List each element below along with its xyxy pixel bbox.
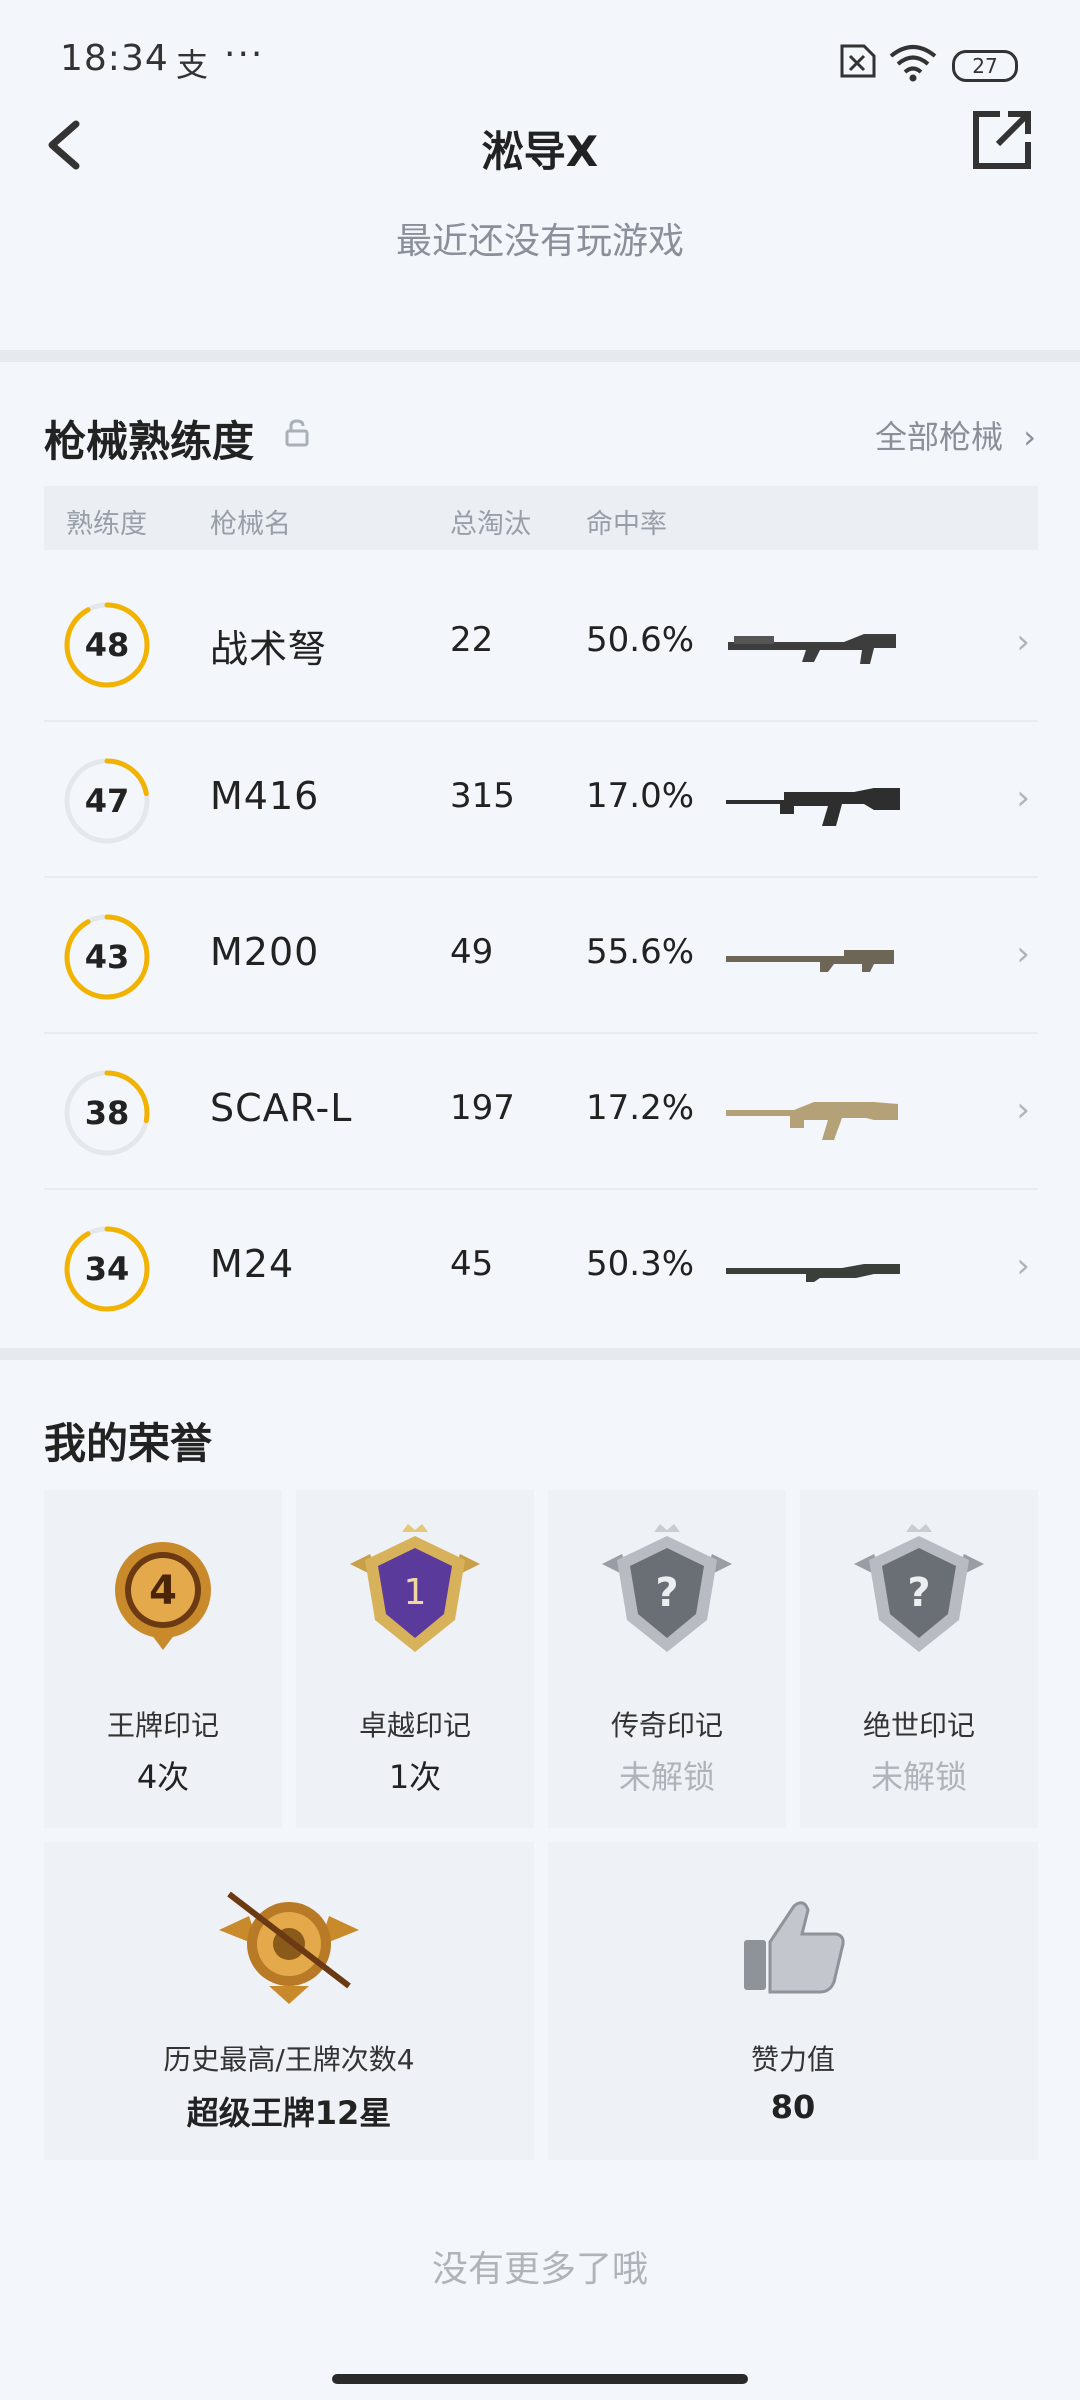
locked-legend-emblem-icon: ?: [602, 1524, 732, 1652]
weapon-name: M416: [210, 774, 320, 818]
alipay-notification-icon: 支: [176, 46, 209, 84]
highest-rank-label: 历史最高/王牌次数4: [163, 2043, 415, 2076]
locked-peerless-emblem-icon: ?: [854, 1524, 984, 1652]
hit-rate: 17.2%: [586, 1088, 695, 1128]
legend-mark-card[interactable]: ? 传奇印记 未解锁: [548, 1490, 786, 1828]
total-kills: 45: [450, 1244, 494, 1284]
peerless-mark-card[interactable]: ? 绝世印记 未解锁: [800, 1490, 1038, 1828]
weapon-image: [728, 634, 896, 664]
badge-label: 绝世印记: [862, 1709, 975, 1742]
excellence-emblem-icon: 1: [350, 1524, 480, 1652]
hit-rate: 17.0%: [586, 776, 695, 816]
badge-value: 1次: [388, 1758, 442, 1796]
svg-text:1: 1: [404, 1572, 427, 1613]
home-indicator[interactable]: [332, 2374, 748, 2384]
weapon-name: M200: [210, 930, 320, 974]
section-divider: [0, 1348, 1080, 1360]
hit-rate: 50.6%: [586, 620, 695, 660]
chevron-right-icon: ›: [1016, 1090, 1030, 1130]
total-kills: 49: [450, 932, 494, 972]
section-divider: [0, 350, 1080, 362]
proficiency-level: 43: [84, 938, 130, 976]
no-more-content: 没有更多了哦: [431, 2249, 648, 2290]
likes-label: 赞力值: [750, 2043, 835, 2076]
all-weapons-label: 全部枪械: [875, 418, 1004, 456]
proficiency-level: 47: [84, 782, 130, 820]
proficiency-ring: 48: [62, 600, 152, 690]
likes-value: 80: [770, 2088, 816, 2126]
share-icon[interactable]: [970, 108, 1034, 172]
badge-value: 未解锁: [870, 1758, 967, 1796]
chevron-right-icon: ›: [1016, 622, 1030, 662]
super-ace-emblem-icon: [219, 1891, 359, 2004]
weapon-row[interactable]: 47 M416 315 17.0% ›: [44, 722, 1038, 878]
likes-card[interactable]: 赞力值 80: [548, 1842, 1038, 2160]
svg-text:4: 4: [149, 1568, 177, 1614]
weapon-row[interactable]: 38 SCAR-L 197 17.2% ›: [44, 1034, 1038, 1190]
all-weapons-link[interactable]: 全部枪械 ›: [875, 412, 1036, 458]
hit-rate: 55.6%: [586, 932, 695, 972]
total-kills: 197: [450, 1088, 515, 1128]
page-title: 淞导X: [481, 127, 599, 176]
ace-emblem-icon: 4: [115, 1542, 211, 1650]
weapons-table-header: [44, 486, 1038, 550]
battery-icon: 27: [952, 50, 1018, 82]
weapon-row[interactable]: 43 M200 49 55.6% ›: [44, 878, 1038, 1034]
no-sim-icon: [840, 44, 876, 78]
highest-rank-value: 超级王牌12星: [186, 2094, 392, 2132]
column-header-total-kills: 总淘汰: [450, 509, 531, 540]
wifi-icon: [889, 45, 937, 82]
badge-value: 4次: [136, 1758, 190, 1796]
weapon-name: 战术弩: [210, 627, 328, 671]
badge-label: 卓越印记: [358, 1709, 471, 1742]
badge-label: 王牌印记: [106, 1709, 219, 1742]
weapon-name: M24: [210, 1242, 295, 1286]
last-played-status: 最近还没有玩游戏: [395, 221, 684, 262]
proficiency-level: 34: [84, 1250, 130, 1288]
weapon-row[interactable]: 34 M24 45 50.3% ›: [44, 1190, 1038, 1346]
thumbs-up-icon: [744, 1901, 845, 1994]
proficiency-ring: 38: [62, 1068, 152, 1158]
weapon-image: [726, 1102, 898, 1140]
proficiency-ring: 47: [62, 756, 152, 846]
weapons-section-title: 枪械熟练度: [44, 417, 255, 466]
column-header-proficiency: 熟练度: [66, 509, 147, 540]
proficiency-ring: 34: [62, 1224, 152, 1314]
total-kills: 315: [450, 776, 515, 816]
status-bar: 18:34 支 ··· 27: [0, 0, 1080, 120]
weapon-image: [726, 1264, 900, 1282]
hit-rate: 50.3%: [586, 1244, 695, 1284]
weapon-name: SCAR-L: [210, 1086, 353, 1130]
column-header-weapon-name: 枪械名: [210, 509, 291, 540]
chevron-right-icon: ›: [1016, 934, 1030, 974]
weapon-row[interactable]: 48 战术弩 22 50.6% ›: [44, 566, 1038, 722]
weapon-image: [726, 950, 894, 972]
ace-mark-card[interactable]: 4 王牌印记 4次: [44, 1490, 282, 1828]
badge-label: 传奇印记: [610, 1709, 723, 1742]
highest-rank-card[interactable]: 历史最高/王牌次数4 超级王牌12星: [44, 1842, 534, 2160]
badge-value: 未解锁: [618, 1758, 715, 1796]
column-header-hit-rate: 命中率: [586, 509, 667, 540]
total-kills: 22: [450, 620, 494, 660]
honors-section-title: 我的荣誉: [44, 1419, 213, 1468]
excellence-mark-card[interactable]: 1 卓越印记 1次: [296, 1490, 534, 1828]
more-notifications-icon: ···: [224, 34, 265, 75]
chevron-right-icon: ›: [1016, 1246, 1030, 1286]
proficiency-level: 38: [84, 1094, 130, 1132]
svg-text:?: ?: [907, 1570, 930, 1616]
svg-text:?: ?: [655, 1570, 678, 1616]
weapon-image: [726, 788, 900, 826]
lock-icon[interactable]: [284, 418, 310, 448]
proficiency-ring: 43: [62, 912, 152, 1002]
status-time: 18:34: [60, 38, 169, 79]
proficiency-level: 48: [84, 626, 130, 664]
chevron-right-icon: ›: [1023, 418, 1036, 456]
chevron-right-icon: ›: [1016, 778, 1030, 818]
